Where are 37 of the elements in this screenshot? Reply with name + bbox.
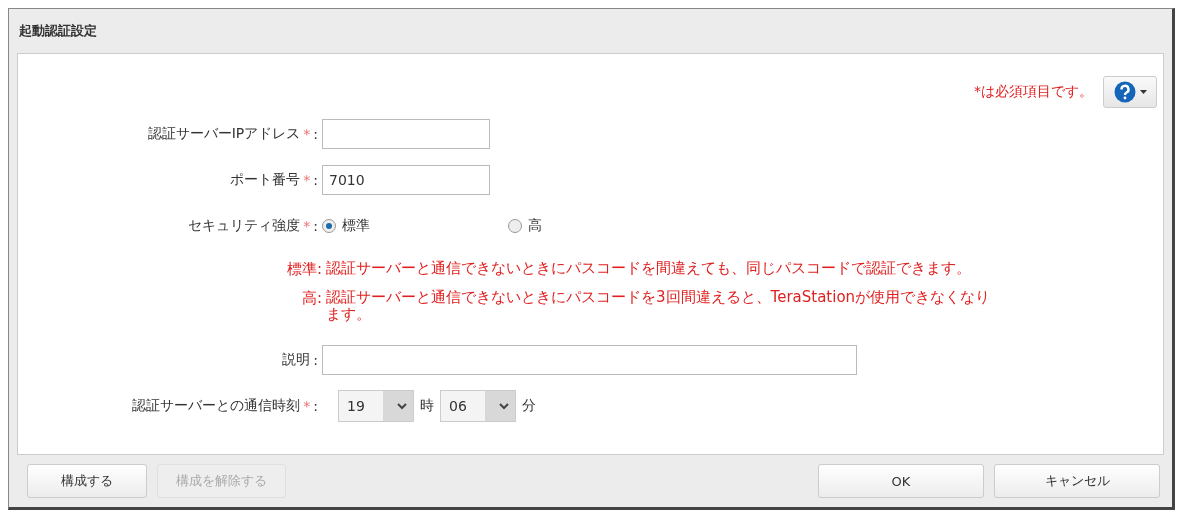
note-term: 標準: [285,260,322,279]
field-label: 説明 [282,351,311,369]
dialog-button[interactable]: キャンセル [994,464,1160,498]
chevron-icon [397,402,407,410]
text-field[interactable]: 7010 [322,165,490,195]
caret-icon [1139,90,1147,94]
window-title: 起動認証設定 [18,22,98,40]
note-text: 認証サーバーと通信できないときにパスコードを間違えても、同じパスコードで認証できます。 [325,260,972,279]
dialog-button[interactable]: OK [818,464,984,498]
required-note: *は必須項目です。 [974,83,1093,101]
label-colon: : [313,172,318,188]
description-field[interactable] [322,345,857,375]
radio-option[interactable]: 高 [508,217,542,235]
label-colon: : [313,218,318,234]
text-field[interactable] [322,119,490,149]
note-term: 高: [300,289,322,309]
label-colon: : [313,126,318,142]
unit-label: 時 [420,397,434,415]
dialog-button[interactable]: 構成する [27,464,147,498]
required-mark: * [303,172,311,188]
help-button[interactable] [1103,76,1157,108]
minute-select[interactable]: 06 [440,390,516,422]
chevron-icon [499,402,509,410]
note-text: 認証サーバーと通信できないときにパスコードを3回間違えると、TeraStationが使用できなくなります。 [325,289,992,322]
field-label: 認証サーバーとの通信時刻 [132,397,301,415]
radio-option[interactable]: 標準 [322,217,370,235]
hour-select[interactable]: 19 [338,390,414,422]
unit-label: 分 [522,397,536,415]
required-mark: * [303,218,311,234]
required-mark: * [303,126,311,142]
help-icon [1113,81,1136,103]
required-mark: * [303,398,311,414]
field-label: セキュリティ強度 [188,217,301,235]
field-label: ポート番号 [230,171,301,189]
label-colon: : [313,352,318,368]
field-label: 認証サーバーIPアドレス [147,125,301,143]
label-colon: : [313,398,318,414]
